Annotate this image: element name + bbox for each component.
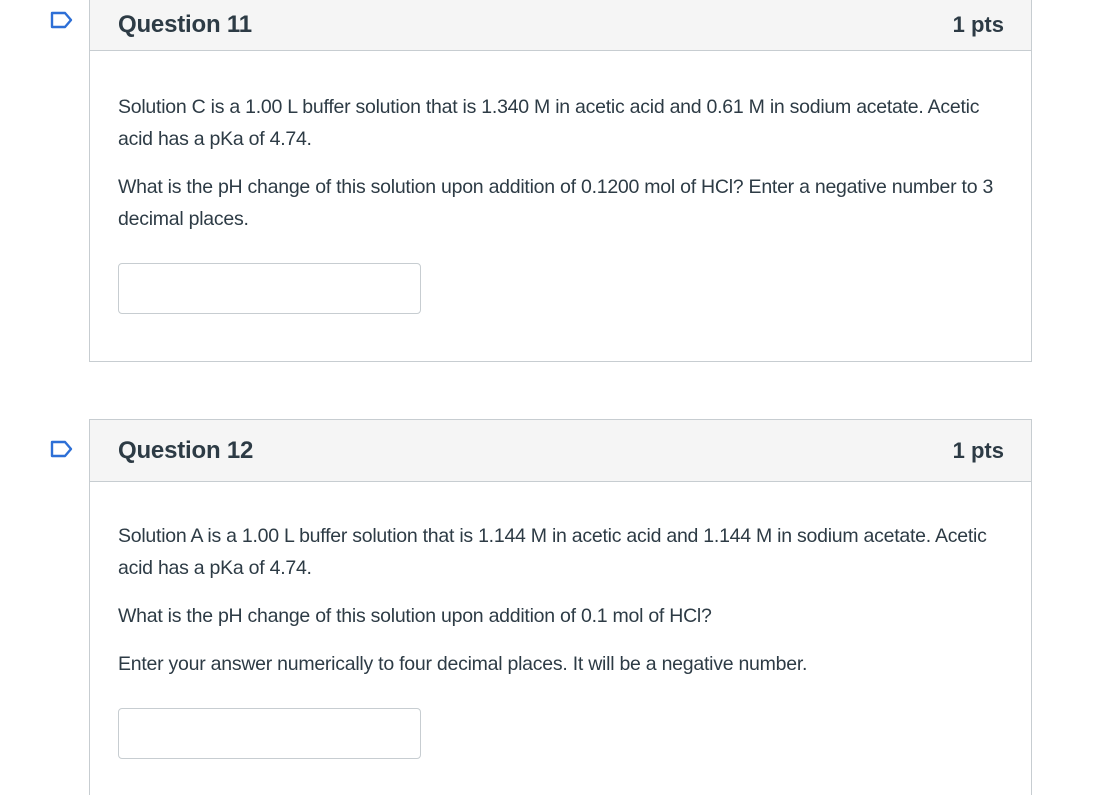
question-header: Question 11 1 pts — [90, 0, 1031, 51]
question-title: Question 11 — [118, 10, 252, 38]
question-card: Question 11 1 pts Solution C is a 1.00 L… — [89, 0, 1032, 362]
question-body: Solution C is a 1.00 L buffer solution t… — [90, 51, 1031, 314]
question-points: 1 pts — [952, 437, 1004, 463]
question-title: Question 12 — [118, 436, 254, 464]
flag-question-icon[interactable] — [50, 11, 74, 29]
question-header: Question 12 1 pts — [90, 420, 1031, 482]
question-card: Question 12 1 pts Solution A is a 1.00 L… — [89, 419, 1032, 795]
question-text: Solution A is a 1.00 L buffer solution t… — [118, 525, 987, 579]
answer-input[interactable] — [118, 708, 421, 759]
answer-input[interactable] — [118, 263, 421, 314]
question-text: Enter your answer numerically to four de… — [118, 653, 808, 675]
question-points: 1 pts — [952, 11, 1004, 37]
quiz-page: Question 11 1 pts Solution C is a 1.00 L… — [0, 0, 1098, 795]
question-text: Solution C is a 1.00 L buffer solution t… — [118, 96, 980, 150]
question-body: Solution A is a 1.00 L buffer solution t… — [90, 482, 1031, 759]
flag-question-icon[interactable] — [50, 440, 74, 458]
question-text: What is the pH change of this solution u… — [118, 605, 712, 627]
question-text: What is the pH change of this solution u… — [118, 176, 994, 230]
